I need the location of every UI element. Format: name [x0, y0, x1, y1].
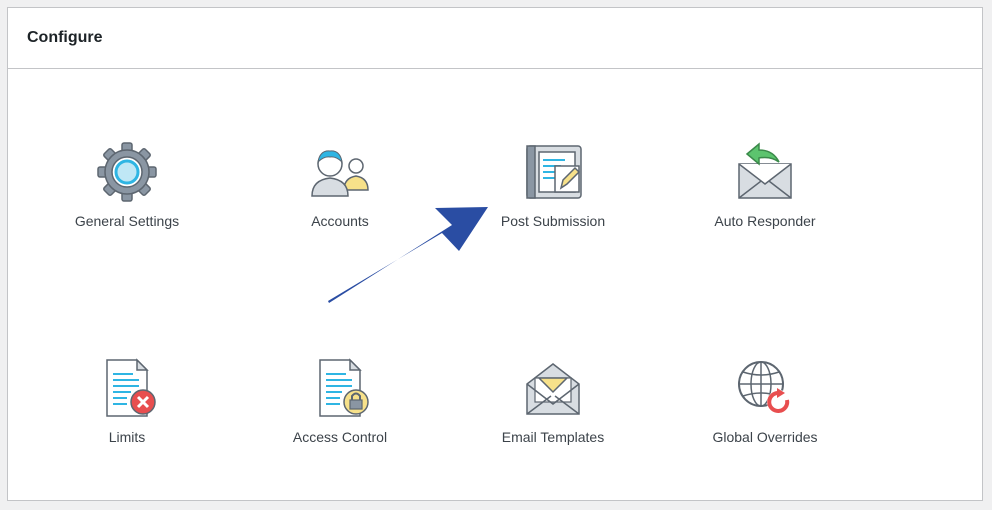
- tile-limits[interactable]: Limits: [42, 356, 212, 476]
- panel-header: Configure: [8, 8, 982, 69]
- tile-access-control[interactable]: Access Control: [255, 356, 425, 476]
- tile-email-templates[interactable]: Email Templates: [468, 356, 638, 476]
- tile-general-settings[interactable]: General Settings: [42, 140, 212, 260]
- globe-refresh-icon: [738, 361, 791, 414]
- tile-post-submission[interactable]: Post Submission: [468, 140, 638, 260]
- envelope-reply-icon: [738, 142, 792, 199]
- tile-auto-responder[interactable]: Auto Responder: [680, 140, 850, 260]
- post-edit-icon: [526, 145, 582, 199]
- tile-label: General Settings: [74, 213, 180, 229]
- configure-grid: General Settings Accounts Post Submissio…: [8, 70, 984, 502]
- tile-label: Email Templates: [501, 429, 605, 445]
- tile-label: Access Control: [292, 429, 388, 445]
- panel-title: Configure: [27, 29, 103, 46]
- tile-label: Post Submission: [500, 213, 606, 229]
- configure-panel: Configure General Settings Accounts Post…: [7, 7, 983, 501]
- tile-label: Auto Responder: [714, 213, 816, 229]
- document-limit-icon: [106, 358, 156, 417]
- document-lock-icon: [319, 358, 369, 417]
- users-icon: [311, 150, 369, 197]
- tile-accounts[interactable]: Accounts: [255, 140, 425, 260]
- tile-label: Limits: [108, 429, 146, 445]
- gear-icon: [97, 142, 157, 202]
- tile-label: Global Overrides: [712, 429, 818, 445]
- tile-label: Accounts: [311, 213, 369, 229]
- envelope-open-icon: [526, 363, 580, 415]
- tile-global-overrides[interactable]: Global Overrides: [680, 356, 850, 476]
